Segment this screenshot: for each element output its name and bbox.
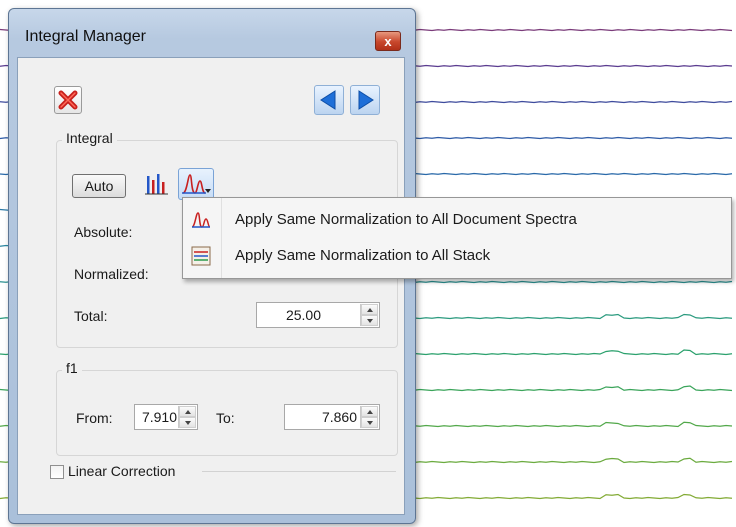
- window-title: Integral Manager: [25, 28, 146, 45]
- spin-up-button[interactable]: [361, 304, 378, 315]
- title-bar[interactable]: Integral Manager x: [9, 9, 415, 55]
- spectrum-peak-icon: [191, 212, 211, 228]
- integral-group-label: Integral: [62, 130, 117, 146]
- integrate-button[interactable]: [142, 170, 170, 198]
- to-value[interactable]: 7.860: [322, 409, 357, 425]
- total-spin-arrows[interactable]: [360, 304, 378, 326]
- delete-icon: [58, 90, 78, 110]
- f1-group-label: f1: [62, 360, 82, 376]
- spin-down-button[interactable]: [179, 417, 196, 428]
- arrow-left-icon: [320, 90, 336, 110]
- to-label: To:: [216, 410, 235, 426]
- linear-correction-label: Linear Correction: [68, 463, 176, 479]
- menu-item-apply-all-stack[interactable]: Apply Same Normalization to All Stack: [185, 238, 729, 274]
- linear-correction-checkbox[interactable]: [50, 465, 64, 479]
- spin-down-button[interactable]: [361, 417, 378, 428]
- close-button[interactable]: x: [375, 31, 401, 51]
- arrow-right-icon: [358, 90, 374, 110]
- to-spin-arrows[interactable]: [360, 406, 378, 428]
- next-integral-button[interactable]: [350, 85, 380, 115]
- menu-item-apply-all-document-spectra[interactable]: Apply Same Normalization to All Document…: [185, 202, 729, 238]
- normalized-label: Normalized:: [74, 266, 149, 282]
- stack-icon: [191, 246, 211, 266]
- linear-correction-divider: [202, 471, 396, 472]
- from-spin-arrows[interactable]: [178, 406, 196, 428]
- close-icon: x: [384, 33, 392, 49]
- menu-item-label: Apply Same Normalization to All Stack: [235, 247, 491, 264]
- spin-up-button[interactable]: [361, 406, 378, 417]
- dialog-body: Integral Auto Absolute: Normalized: Tota…: [17, 57, 405, 515]
- from-stepper[interactable]: 7.910: [134, 404, 198, 430]
- auto-button[interactable]: Auto: [72, 174, 126, 198]
- spin-down-button[interactable]: [361, 315, 378, 326]
- total-stepper[interactable]: 25.00: [256, 302, 380, 328]
- delete-button[interactable]: [54, 86, 82, 114]
- to-stepper[interactable]: 7.860: [284, 404, 380, 430]
- absolute-label: Absolute:: [74, 224, 133, 240]
- normalization-menu: Apply Same Normalization to All Document…: [182, 197, 732, 279]
- from-value[interactable]: 7.910: [142, 409, 177, 425]
- total-label: Total:: [74, 308, 108, 324]
- normalization-dropdown-button[interactable]: [178, 168, 214, 200]
- menu-item-label: Apply Same Normalization to All Document…: [235, 211, 577, 228]
- previous-integral-button[interactable]: [314, 85, 344, 115]
- from-label: From:: [76, 410, 113, 426]
- normalization-dropdown-icon: [182, 174, 211, 194]
- integral-bars-icon: [145, 174, 168, 195]
- total-value[interactable]: 25.00: [286, 307, 321, 323]
- spin-up-button[interactable]: [179, 406, 196, 417]
